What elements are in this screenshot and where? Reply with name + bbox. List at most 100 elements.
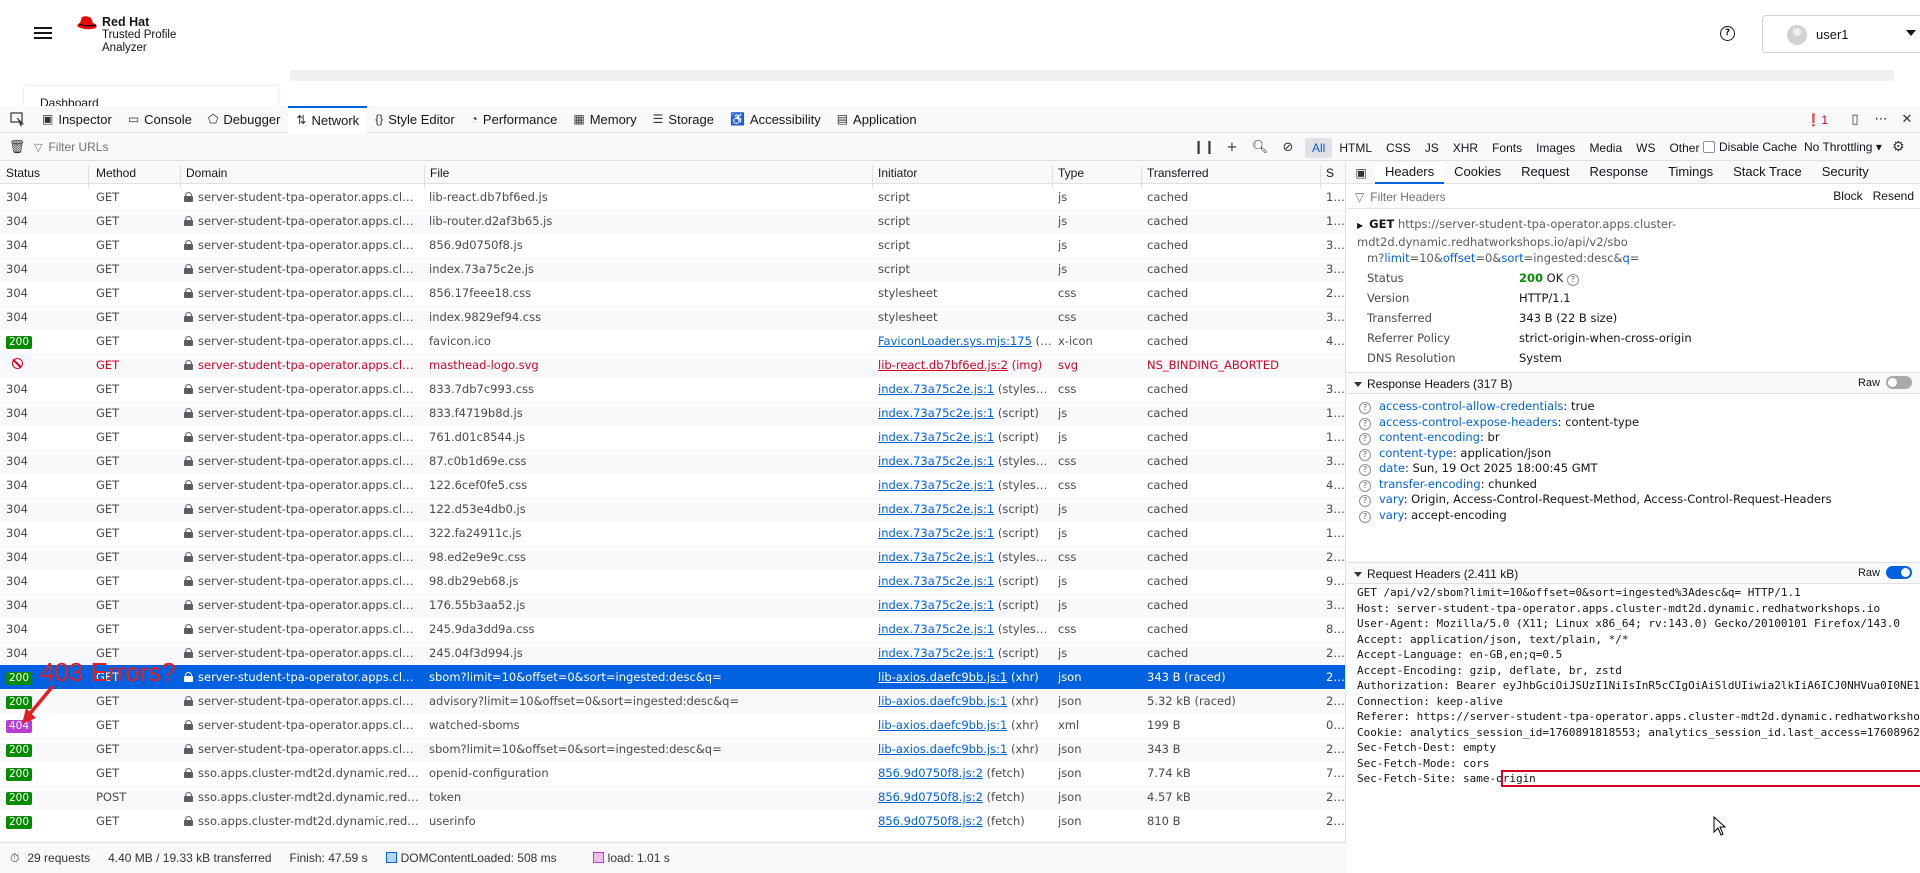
- tab-style-editor[interactable]: {} Style Editor: [367, 106, 463, 133]
- disable-cache-checkbox[interactable]: Disable Cache: [1703, 140, 1797, 154]
- tab-stack-trace[interactable]: Stack Trace: [1723, 162, 1812, 184]
- tab-storage[interactable]: ☰ Storage: [645, 106, 722, 133]
- initiator-link[interactable]: index.73a75c2e.js:1: [878, 406, 994, 420]
- initiator-link[interactable]: index.73a75c2e.js:1: [878, 382, 994, 396]
- raw-toggle-request[interactable]: Raw: [1858, 566, 1912, 579]
- col-method[interactable]: Method: [96, 166, 136, 180]
- help-icon[interactable]: ?: [1720, 26, 1735, 41]
- table-row[interactable]: 304 GET server-student-tpa-operator.apps.c…: [0, 281, 1345, 305]
- col-initiator[interactable]: Initiator: [878, 166, 917, 180]
- tab-memory[interactable]: ▦ Memory: [565, 106, 644, 133]
- throttling-select[interactable]: No Throttling ▾: [1804, 140, 1882, 154]
- hamburger-menu-icon[interactable]: [34, 24, 52, 42]
- block-icon[interactable]: ⊘: [1274, 140, 1302, 155]
- expand-icon[interactable]: ▶: [1357, 221, 1363, 230]
- col-file[interactable]: File: [430, 166, 449, 180]
- table-row[interactable]: 304 GET server-student-tpa-operator.apps.c…: [0, 521, 1345, 545]
- more-options-icon[interactable]: ⋯: [1868, 112, 1894, 127]
- table-row[interactable]: 200 GET server-student-tpa-operator.apps.c…: [0, 689, 1345, 713]
- filter-xhr[interactable]: XHR: [1446, 138, 1485, 158]
- table-row[interactable]: 304 GET server-student-tpa-operator.apps.c…: [0, 449, 1345, 473]
- user-menu-button[interactable]: user1: [1762, 15, 1920, 53]
- initiator-link[interactable]: index.73a75c2e.js:1: [878, 622, 994, 636]
- table-row[interactable]: 304 GET server-student-tpa-operator.apps.c…: [0, 545, 1345, 569]
- add-icon[interactable]: +: [1218, 140, 1246, 155]
- filter-headers-input[interactable]: ▽ Filter Headers Block Resend: [1347, 185, 1920, 209]
- responsive-mode-icon[interactable]: ▯: [1842, 112, 1868, 127]
- table-row[interactable]: 304 GET server-student-tpa-operator.apps.c…: [0, 257, 1345, 281]
- col-transferred[interactable]: Transferred: [1147, 166, 1209, 180]
- help-icon[interactable]: ?: [1359, 510, 1371, 523]
- help-icon[interactable]: ?: [1359, 495, 1371, 507]
- col-domain[interactable]: Domain: [186, 166, 227, 180]
- initiator-link[interactable]: index.73a75c2e.js:1: [878, 526, 994, 540]
- table-row[interactable]: GET server-student-tpa-operator.apps.clus…: [0, 353, 1345, 377]
- filter-media[interactable]: Media: [1582, 138, 1629, 158]
- dashboard-breadcrumb[interactable]: Dashboard: [24, 86, 278, 106]
- tab-performance[interactable]: ◔ Performance: [463, 106, 566, 133]
- help-icon[interactable]: ?: [1359, 402, 1371, 414]
- tab-timings[interactable]: Timings: [1658, 162, 1723, 184]
- initiator-link[interactable]: lib-react.db7bf6ed.js:2: [878, 358, 1008, 372]
- table-row[interactable]: 200 GET server-student-tpa-operator.apps.c…: [0, 665, 1345, 689]
- table-row[interactable]: 304 GET server-student-tpa-operator.apps.c…: [0, 233, 1345, 257]
- initiator-link[interactable]: index.73a75c2e.js:1: [878, 598, 994, 612]
- filter-images[interactable]: Images: [1529, 138, 1582, 158]
- table-row[interactable]: 304 GET server-student-tpa-operator.apps.c…: [0, 617, 1345, 641]
- initiator-link[interactable]: lib-axios.daefc9bb.js:1: [878, 718, 1007, 732]
- table-row[interactable]: 304 GET server-student-tpa-operator.apps.c…: [0, 209, 1345, 233]
- initiator-link[interactable]: index.73a75c2e.js:1: [878, 646, 994, 660]
- initiator-link[interactable]: index.73a75c2e.js:1: [878, 430, 994, 444]
- response-headers-section[interactable]: Response Headers (317 B) Raw: [1347, 372, 1920, 394]
- tab-request[interactable]: Request: [1511, 162, 1579, 184]
- table-row[interactable]: 304 GET server-student-tpa-operator.apps.c…: [0, 305, 1345, 329]
- tab-headers[interactable]: Headers: [1375, 162, 1445, 184]
- table-row[interactable]: 304 GET server-student-tpa-operator.apps.c…: [0, 497, 1345, 521]
- initiator-link[interactable]: index.73a75c2e.js:1: [878, 454, 994, 468]
- table-row[interactable]: 304 GET server-student-tpa-operator.apps.c…: [0, 593, 1345, 617]
- table-row[interactable]: 200 POST sso.apps.cluster-mdt2d.dynamic.re…: [0, 785, 1345, 809]
- initiator-link[interactable]: index.73a75c2e.js:1: [878, 502, 994, 516]
- tab-debugger[interactable]: ⬠ Debugger: [200, 106, 289, 133]
- col-type[interactable]: Type: [1058, 166, 1084, 180]
- element-picker-icon[interactable]: [0, 106, 34, 133]
- initiator-link[interactable]: index.73a75c2e.js:1: [878, 574, 994, 588]
- initiator-link[interactable]: FaviconLoader.sys.mjs:175: [878, 334, 1032, 348]
- help-icon[interactable]: ?: [1359, 448, 1371, 461]
- error-count[interactable]: ❗1: [1806, 113, 1828, 127]
- initiator-link[interactable]: index.73a75c2e.js:1: [878, 550, 994, 564]
- tab-response[interactable]: Response: [1580, 162, 1659, 184]
- filter-html[interactable]: HTML: [1332, 138, 1379, 158]
- table-row[interactable]: 304 GET server-student-tpa-operator.apps.c…: [0, 185, 1345, 209]
- tab-accessibility[interactable]: ♿ Accessibility: [722, 106, 829, 133]
- trash-icon[interactable]: 🗑: [0, 140, 34, 155]
- table-row[interactable]: 304 GET server-student-tpa-operator.apps.c…: [0, 641, 1345, 665]
- request-headers-section[interactable]: Request Headers (2.411 kB) Raw: [1347, 562, 1920, 584]
- initiator-link[interactable]: 856.9d0750f8.js:2: [878, 790, 983, 804]
- initiator-link[interactable]: index.73a75c2e.js:1: [878, 478, 994, 492]
- help-icon[interactable]: ?: [1359, 479, 1371, 492]
- toggle-sidebar-icon[interactable]: ▣: [1347, 166, 1375, 180]
- initiator-link[interactable]: lib-axios.daefc9bb.js:1: [878, 694, 1007, 708]
- table-row[interactable]: 304 GET server-student-tpa-operator.apps.c…: [0, 425, 1345, 449]
- block-button[interactable]: Block: [1833, 189, 1862, 203]
- initiator-link[interactable]: lib-axios.daefc9bb.js:1: [878, 670, 1007, 684]
- help-icon[interactable]: ?: [1566, 274, 1579, 286]
- raw-toggle-response[interactable]: Raw: [1858, 376, 1912, 389]
- tab-console[interactable]: ▭ Console: [120, 106, 200, 133]
- resend-button[interactable]: Resend: [1873, 189, 1914, 203]
- help-icon[interactable]: ?: [1359, 464, 1371, 476]
- gear-icon[interactable]: ⚙: [1892, 139, 1905, 155]
- filter-other[interactable]: Other: [1662, 138, 1706, 158]
- col-size[interactable]: S: [1326, 166, 1334, 180]
- table-row[interactable]: 304 GET server-student-tpa-operator.apps.c…: [0, 401, 1345, 425]
- app-logo[interactable]: Red Hat Trusted Profile Analyzer: [76, 14, 196, 56]
- initiator-link[interactable]: 856.9d0750f8.js:2: [878, 766, 983, 780]
- tab-application[interactable]: ▤ Application: [829, 106, 925, 133]
- filter-ws[interactable]: WS: [1629, 138, 1662, 158]
- help-icon[interactable]: ?: [1359, 433, 1371, 445]
- help-icon[interactable]: ?: [1359, 417, 1371, 430]
- filter-all[interactable]: All: [1305, 137, 1333, 158]
- initiator-link[interactable]: lib-axios.daefc9bb.js:1: [878, 742, 1007, 756]
- table-row[interactable]: 200 GET sso.apps.cluster-mdt2d.dynamic.red…: [0, 809, 1345, 833]
